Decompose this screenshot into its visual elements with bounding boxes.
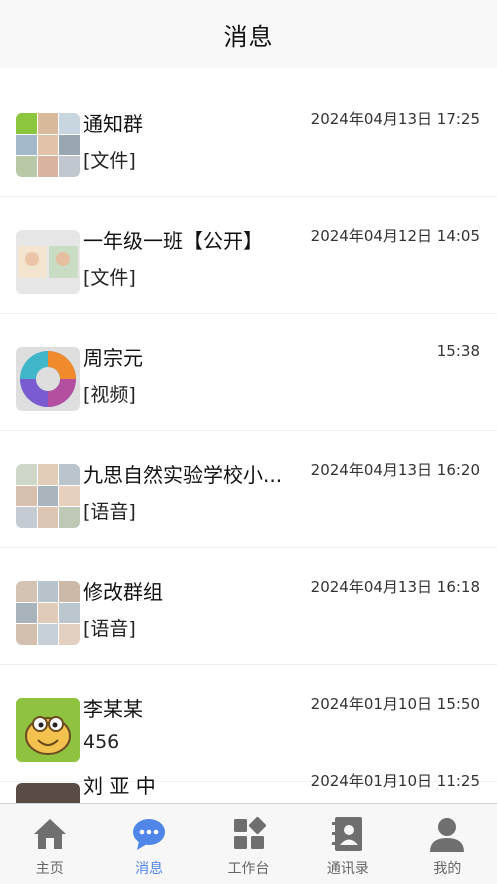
- conversation-time: 2024年04月12日 14:05: [310, 227, 480, 245]
- conversation-row[interactable]: 九思自然实验学校小... [语音] 2024年04月13日 16:20: [0, 431, 497, 548]
- conversation-preview: [语音]: [83, 501, 136, 523]
- tab-profile[interactable]: 我的: [398, 804, 497, 884]
- tab-workbench[interactable]: 工作台: [199, 804, 298, 884]
- conversation-row[interactable]: 一年级一班【公开】 [文件] 2024年04月12日 14:05: [0, 197, 497, 314]
- tab-home[interactable]: 主页: [0, 804, 99, 884]
- conversation-row[interactable]: 刘 亚 中 2024年01月10日 11:25: [0, 772, 497, 803]
- tab-label: 消息: [135, 861, 164, 877]
- conversation-time: 2024年04月13日 16:18: [310, 578, 480, 596]
- group-avatar: [16, 581, 80, 645]
- tab-label: 通讯录: [326, 861, 369, 877]
- tab-label: 主页: [35, 861, 64, 877]
- conversation-time: 2024年04月13日 17:25: [310, 110, 480, 128]
- user-avatar: [16, 783, 80, 803]
- tab-contacts[interactable]: 通讯录: [298, 804, 397, 884]
- workbench-icon: [233, 816, 266, 849]
- group-avatar: [16, 464, 80, 528]
- conversation-name: 一年级一班【公开】: [83, 229, 263, 253]
- conversation-time: 2024年01月10日 15:50: [310, 695, 480, 713]
- group-avatar: [16, 113, 80, 177]
- tab-label: 工作台: [227, 861, 270, 877]
- conversation-preview: [视频]: [83, 384, 136, 406]
- profile-icon: [430, 818, 465, 852]
- cartoon-crab-icon: [16, 698, 80, 762]
- page-title: 消息: [223, 22, 274, 51]
- user-avatar: [16, 698, 80, 762]
- tab-messages[interactable]: 消息: [99, 804, 198, 884]
- conversation-preview: [文件]: [83, 267, 136, 289]
- conversation-time: 2024年04月13日 16:20: [310, 461, 480, 479]
- contacts-icon: [331, 817, 362, 851]
- conversation-name: 刘 亚 中: [83, 774, 156, 798]
- conversation-list[interactable]: 通知群 [文件] 2024年04月13日 17:25 一年级一班【公开】 [文件…: [0, 80, 497, 803]
- conversation-row[interactable]: 通知群 [文件] 2024年04月13日 17:25: [0, 80, 497, 197]
- user-avatar: [16, 347, 80, 411]
- chat-icon: [133, 819, 166, 850]
- conversation-name: 李某某: [83, 697, 143, 721]
- conversation-name: 九思自然实验学校小...: [83, 463, 283, 487]
- group-avatar: [16, 230, 80, 294]
- conversation-row[interactable]: 周宗元 [视频] 15:38: [0, 314, 497, 431]
- conversation-row[interactable]: 修改群组 [语音] 2024年04月13日 16:18: [0, 548, 497, 665]
- conversation-preview: 456: [83, 731, 120, 753]
- conversation-preview: [文件]: [83, 150, 136, 172]
- conversation-row[interactable]: 李某某 456 2024年01月10日 15:50: [0, 665, 497, 782]
- conversation-time: 15:38: [436, 342, 480, 360]
- home-icon: [33, 819, 66, 849]
- conversation-name: 修改群组: [83, 580, 163, 604]
- conversation-name: 通知群: [83, 112, 143, 136]
- conversation-time: 2024年01月10日 11:25: [310, 772, 480, 790]
- swirl-logo-icon: [20, 351, 76, 407]
- top-bar: 消息: [0, 0, 497, 68]
- bottom-tab-bar: 主页 消息 工作台 通讯录 我的: [0, 803, 497, 884]
- conversation-preview: [语音]: [83, 618, 136, 640]
- tab-label: 我的: [433, 861, 462, 877]
- conversation-name: 周宗元: [83, 346, 143, 370]
